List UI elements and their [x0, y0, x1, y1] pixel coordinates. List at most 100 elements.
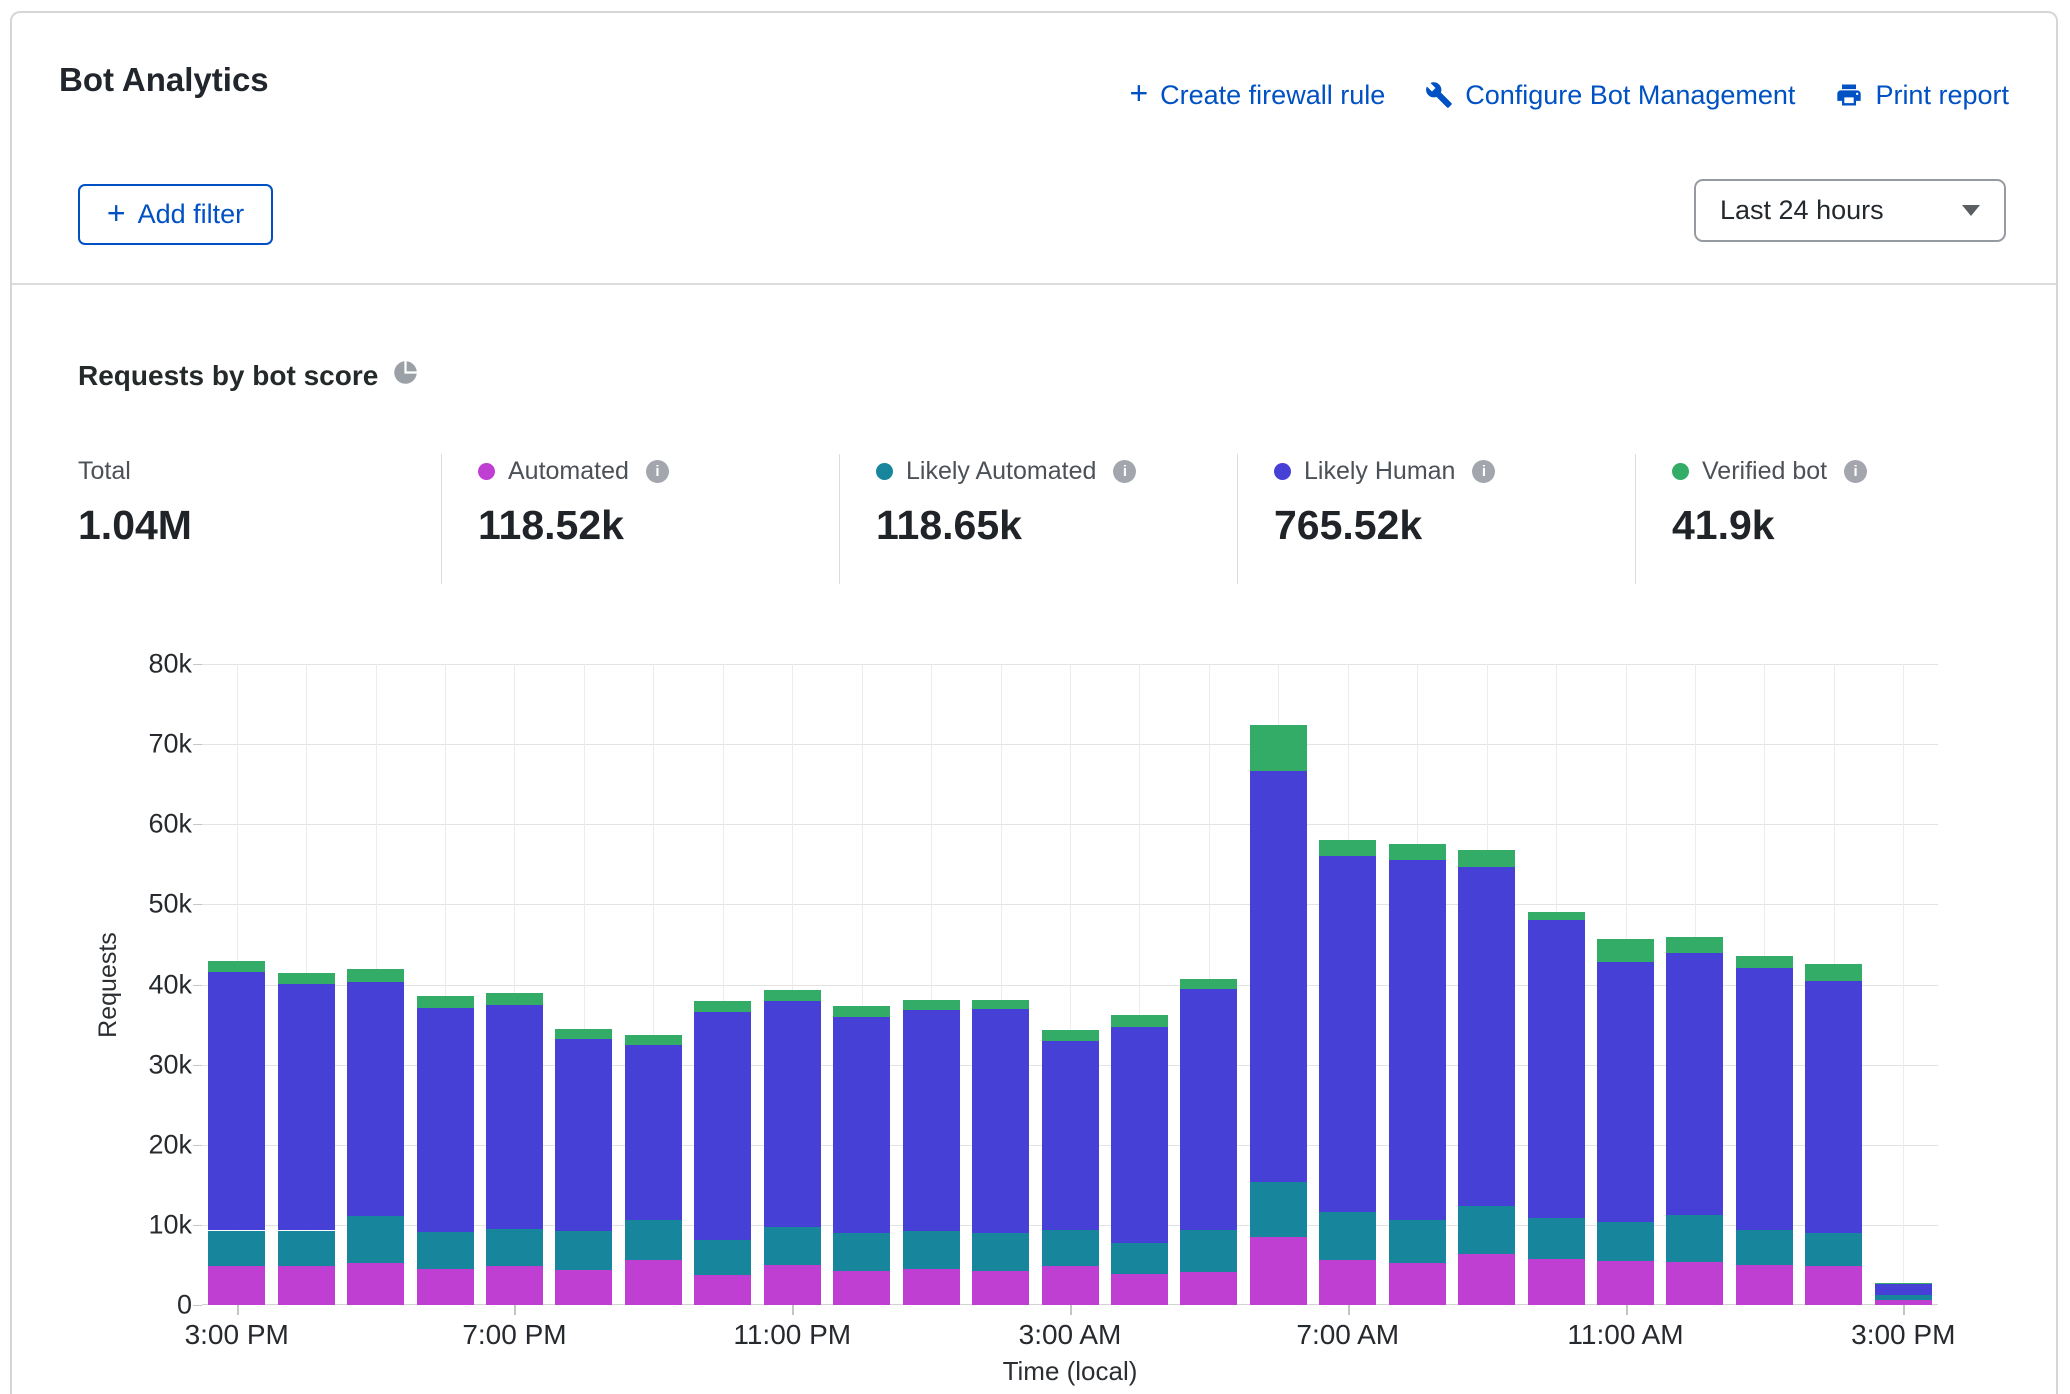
bar-segment — [1389, 1263, 1446, 1305]
section-heading-text: Requests by bot score — [78, 360, 378, 392]
bar-segment — [1111, 1027, 1168, 1243]
x-tick-mark — [237, 1305, 239, 1315]
bar[interactable] — [625, 1035, 682, 1305]
likely-automated-dot-icon — [876, 463, 893, 480]
x-tick-label: 3:00 PM — [1851, 1319, 1955, 1351]
bar-segment — [1736, 956, 1793, 969]
y-tick-mark — [193, 1305, 202, 1306]
y-tick-label: 50k — [148, 889, 192, 920]
bar[interactable] — [1528, 912, 1585, 1305]
chevron-down-icon — [1962, 205, 1980, 216]
bot-analytics-panel: Bot Analytics + Create firewall rule Con… — [10, 11, 2058, 1394]
bar[interactable] — [417, 996, 474, 1305]
bar[interactable] — [833, 1006, 890, 1305]
bar[interactable] — [555, 1029, 612, 1305]
stat-automated-label: Automated i — [478, 457, 829, 486]
bar-segment — [972, 1009, 1029, 1233]
bar-segment — [208, 1266, 265, 1305]
x-tick-mark — [1626, 1305, 1628, 1315]
bar-segment — [1250, 1182, 1307, 1236]
bar[interactable] — [1250, 725, 1307, 1305]
bar[interactable] — [347, 968, 404, 1305]
stat-verified-bot: Verified bot i 41.9k — [1635, 454, 2015, 584]
bar[interactable] — [1875, 1283, 1932, 1305]
bar-segment — [486, 1266, 543, 1305]
bar-segment — [1180, 1230, 1237, 1272]
bar[interactable] — [1042, 1030, 1099, 1305]
bar-segment — [833, 1006, 890, 1016]
bar[interactable] — [1597, 939, 1654, 1305]
bar-segment — [833, 1271, 890, 1305]
bar-segment — [347, 1263, 404, 1305]
stats-row: Total 1.04M Automated i 118.52k Likely A… — [78, 454, 2015, 584]
y-tick-label: 10k — [148, 1209, 192, 1240]
bar-segment — [1736, 968, 1793, 1229]
bar[interactable] — [1319, 840, 1376, 1305]
gridline — [1903, 664, 1904, 1305]
bar[interactable] — [1805, 964, 1862, 1305]
bar-segment — [764, 990, 821, 1000]
requests-by-bot-score-chart: Requests Time (local) 010k20k30k40k50k60… — [202, 664, 1938, 1305]
bar-segment — [1666, 953, 1723, 1215]
y-tick-mark — [193, 1225, 202, 1226]
bar[interactable] — [1666, 937, 1723, 1305]
bar-segment — [1597, 962, 1654, 1222]
bar-segment — [1597, 1261, 1654, 1305]
bar-segment — [278, 1231, 335, 1266]
bar-segment — [1319, 840, 1376, 856]
bar-segment — [486, 993, 543, 1005]
stat-total-label: Total — [78, 457, 431, 486]
bar-segment — [1111, 1274, 1168, 1305]
bar-segment — [1528, 912, 1585, 920]
time-range-dropdown[interactable]: Last 24 hours — [1694, 179, 2006, 242]
bar[interactable] — [903, 1000, 960, 1305]
bar-segment — [1180, 989, 1237, 1229]
bar-segment — [833, 1017, 890, 1233]
automated-dot-icon — [478, 463, 495, 480]
info-icon[interactable]: i — [1472, 460, 1495, 483]
stat-total-value: 1.04M — [78, 502, 431, 549]
header-actions: + Create firewall rule Configure Bot Man… — [1129, 79, 2009, 111]
y-tick-mark — [193, 1145, 202, 1146]
bar-segment — [208, 961, 265, 971]
pie-chart-icon — [392, 359, 419, 393]
bar-segment — [1042, 1041, 1099, 1229]
add-filter-button[interactable]: + Add filter — [78, 184, 273, 245]
stat-automated: Automated i 118.52k — [441, 454, 839, 584]
bar[interactable] — [694, 1001, 751, 1305]
info-icon[interactable]: i — [1844, 460, 1867, 483]
stat-verified-bot-value: 41.9k — [1672, 502, 2005, 549]
bar[interactable] — [1736, 956, 1793, 1305]
bar-segment — [1250, 771, 1307, 1182]
bar[interactable] — [764, 990, 821, 1305]
bar-segment — [1250, 725, 1307, 771]
bar[interactable] — [1180, 979, 1237, 1305]
configure-bot-management-link[interactable]: Configure Bot Management — [1425, 80, 1795, 111]
bar[interactable] — [486, 993, 543, 1305]
bar[interactable] — [278, 972, 335, 1305]
stat-verified-bot-label: Verified bot i — [1672, 457, 2005, 486]
bar-segment — [486, 1229, 543, 1266]
y-tick-mark — [193, 824, 202, 825]
bar-segment — [1805, 981, 1862, 1233]
bar[interactable] — [1111, 1015, 1168, 1305]
bar-segment — [1111, 1243, 1168, 1273]
create-firewall-rule-link[interactable]: + Create firewall rule — [1129, 79, 1385, 111]
x-tick-mark — [1070, 1305, 1072, 1315]
bar[interactable] — [972, 1000, 1029, 1305]
info-icon[interactable]: i — [1113, 460, 1136, 483]
add-filter-label: Add filter — [138, 199, 245, 230]
bar-segment — [903, 1000, 960, 1010]
print-report-link[interactable]: Print report — [1835, 80, 2009, 111]
bar-segment — [208, 1231, 265, 1266]
stat-likely-human-value: 765.52k — [1274, 502, 1625, 549]
bar[interactable] — [208, 961, 265, 1305]
bar-segment — [1389, 1220, 1446, 1263]
bar-segment — [1875, 1283, 1932, 1295]
bar[interactable] — [1389, 843, 1446, 1305]
info-icon[interactable]: i — [646, 460, 669, 483]
bar-segment — [1458, 867, 1515, 1206]
bar-segment — [972, 1000, 1029, 1010]
bar[interactable] — [1458, 850, 1515, 1305]
stat-likely-human: Likely Human i 765.52k — [1237, 454, 1635, 584]
